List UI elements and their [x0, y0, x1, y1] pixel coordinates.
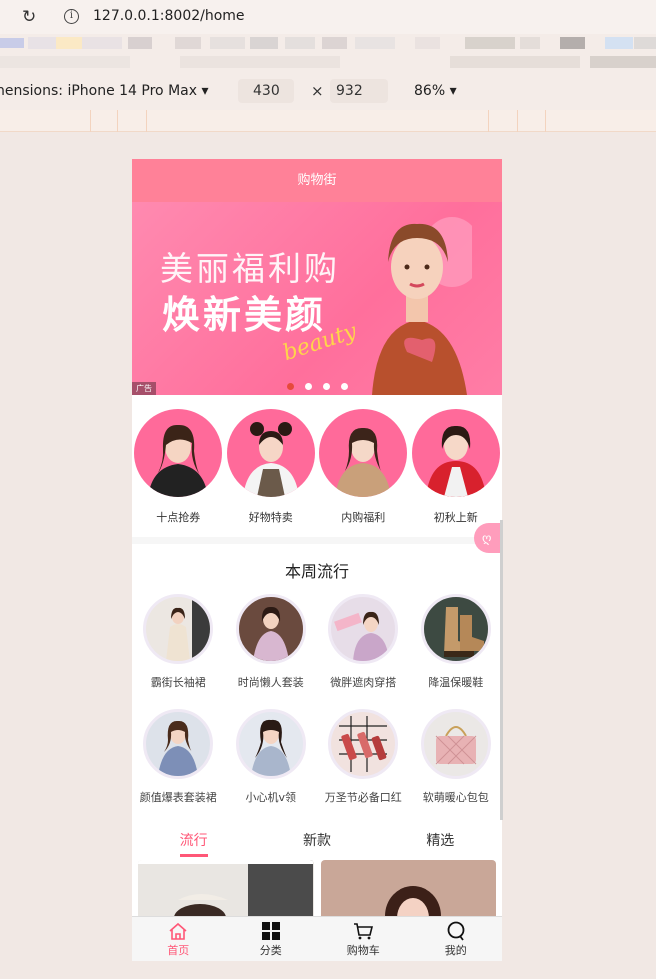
popular-item[interactable]: 微胖遮肉穿搭 — [317, 588, 410, 703]
popular-image — [328, 709, 399, 779]
address-bar: ↻ i 127.0.0.1:8002/home — [0, 0, 656, 34]
tab-new[interactable]: 新款 — [255, 820, 378, 860]
popular-label: 霸街长袖裙 — [150, 676, 206, 689]
popular-item[interactable]: 时尚懒人套装 — [225, 588, 318, 703]
tabbar-home[interactable]: 首页 — [132, 917, 225, 961]
popular-image — [143, 594, 214, 664]
reload-icon[interactable]: ↻ — [22, 7, 36, 27]
popular-image — [328, 594, 399, 664]
goods-item[interactable] — [138, 860, 314, 920]
week-title: 本周流行 — [284, 562, 349, 581]
popular-image — [420, 709, 491, 779]
scrollbar[interactable] — [500, 520, 503, 820]
recommend-image — [411, 409, 500, 497]
popular-item[interactable]: 万圣节必备口红 — [317, 703, 410, 818]
recommend-label: 好物特卖 — [248, 511, 293, 524]
cart-icon — [354, 923, 374, 940]
popular-item[interactable]: 颜值爆表套装裙 — [132, 703, 225, 818]
popular-item[interactable]: 软萌暖心包包 — [410, 703, 503, 818]
profile-icon — [447, 921, 465, 941]
goods-item[interactable] — [320, 860, 496, 920]
height-input[interactable]: 932 — [330, 79, 388, 103]
recommend-label: 十点抢券 — [156, 511, 201, 524]
tabbar-profile[interactable]: 我的 — [410, 917, 503, 961]
recommend-image — [319, 409, 408, 497]
indicator-dot[interactable] — [341, 383, 348, 390]
tab-bar: 首页 分类 购物车 我的 — [132, 916, 502, 961]
popular-item[interactable]: 霸街长袖裙 — [132, 588, 225, 703]
site-info-icon[interactable]: i — [64, 9, 79, 24]
nav-title: 购物街 — [297, 173, 337, 188]
tab-control: 流行 新款 精选 — [132, 820, 502, 860]
popular-item[interactable]: 降温保暖鞋 — [410, 588, 503, 703]
popular-label: 微胖遮肉穿搭 — [330, 676, 397, 689]
banner-swiper[interactable]: 美丽福利购 焕新美颜 beauty 广告 — [132, 202, 502, 395]
tab-selected[interactable]: 精选 — [379, 820, 502, 860]
popular-image — [235, 709, 306, 779]
category-icon — [261, 922, 280, 940]
popular-label: 时尚懒人套装 — [237, 676, 304, 689]
tab-popular[interactable]: 流行 — [132, 820, 255, 860]
times-icon: × — [311, 82, 324, 100]
banner-line1: 美丽福利购 — [160, 249, 340, 288]
popular-label: 颜值爆表套装裙 — [139, 791, 217, 804]
swiper-indicator — [287, 383, 348, 390]
popular-image — [143, 709, 214, 779]
goods-list — [132, 860, 502, 920]
recommend-item[interactable]: 初秋上新 — [410, 409, 503, 537]
recommend-item[interactable]: 内购福利 — [317, 409, 410, 537]
tabbar-category[interactable]: 分类 — [225, 917, 318, 961]
device-toolbar: nensions: iPhone 14 Pro Max ▾ 430 × 932 … — [0, 74, 656, 110]
tabbar-cart[interactable]: 购物车 — [317, 917, 410, 961]
url-text[interactable]: 127.0.0.1:8002/home — [93, 8, 245, 24]
popular-label: 降温保暖鞋 — [428, 676, 484, 689]
recommend-section: 十点抢券 好物特卖 内购福利 初秋上新 — [132, 395, 502, 544]
zoom-select[interactable]: 86% ▾ — [414, 83, 457, 99]
popular-label: 万圣节必备口红 — [324, 791, 402, 804]
recommend-image — [134, 409, 223, 497]
ad-tag: 广告 — [132, 382, 156, 395]
indicator-dot[interactable] — [305, 383, 312, 390]
phone-viewport: 购物街 美丽福利购 焕新美颜 beauty 广告 十点抢券 好物特卖 内购福利 … — [132, 159, 502, 961]
device-ruler — [0, 110, 656, 132]
popular-grid: 霸街长袖裙 时尚懒人套装 微胖遮肉穿搭 降温保暖鞋 颜值爆表套装裙 小心机v领 … — [132, 588, 502, 818]
popular-item[interactable]: 小心机v领 — [225, 703, 318, 818]
popular-label: 小心机v领 — [245, 791, 296, 804]
banner-model-image — [372, 217, 472, 395]
indicator-dot[interactable] — [323, 383, 330, 390]
recommend-item[interactable]: 十点抢券 — [132, 409, 225, 537]
bookmark-bar — [0, 34, 656, 74]
recommend-label: 内购福利 — [341, 511, 386, 524]
popular-label: 软萌暖心包包 — [422, 791, 489, 804]
popular-image — [420, 594, 491, 664]
indicator-dot[interactable] — [287, 383, 294, 390]
recommend-item[interactable]: 好物特卖 — [225, 409, 318, 537]
banner-line2: 焕新美颜 — [162, 293, 327, 337]
popular-image — [235, 594, 306, 664]
home-icon — [169, 922, 187, 940]
nav-bar: 购物街 — [132, 159, 502, 202]
device-select[interactable]: nensions: iPhone 14 Pro Max ▾ — [0, 83, 209, 99]
width-input[interactable]: 430 — [238, 79, 294, 103]
float-button[interactable]: ღ — [474, 523, 502, 553]
recommend-image — [226, 409, 315, 497]
